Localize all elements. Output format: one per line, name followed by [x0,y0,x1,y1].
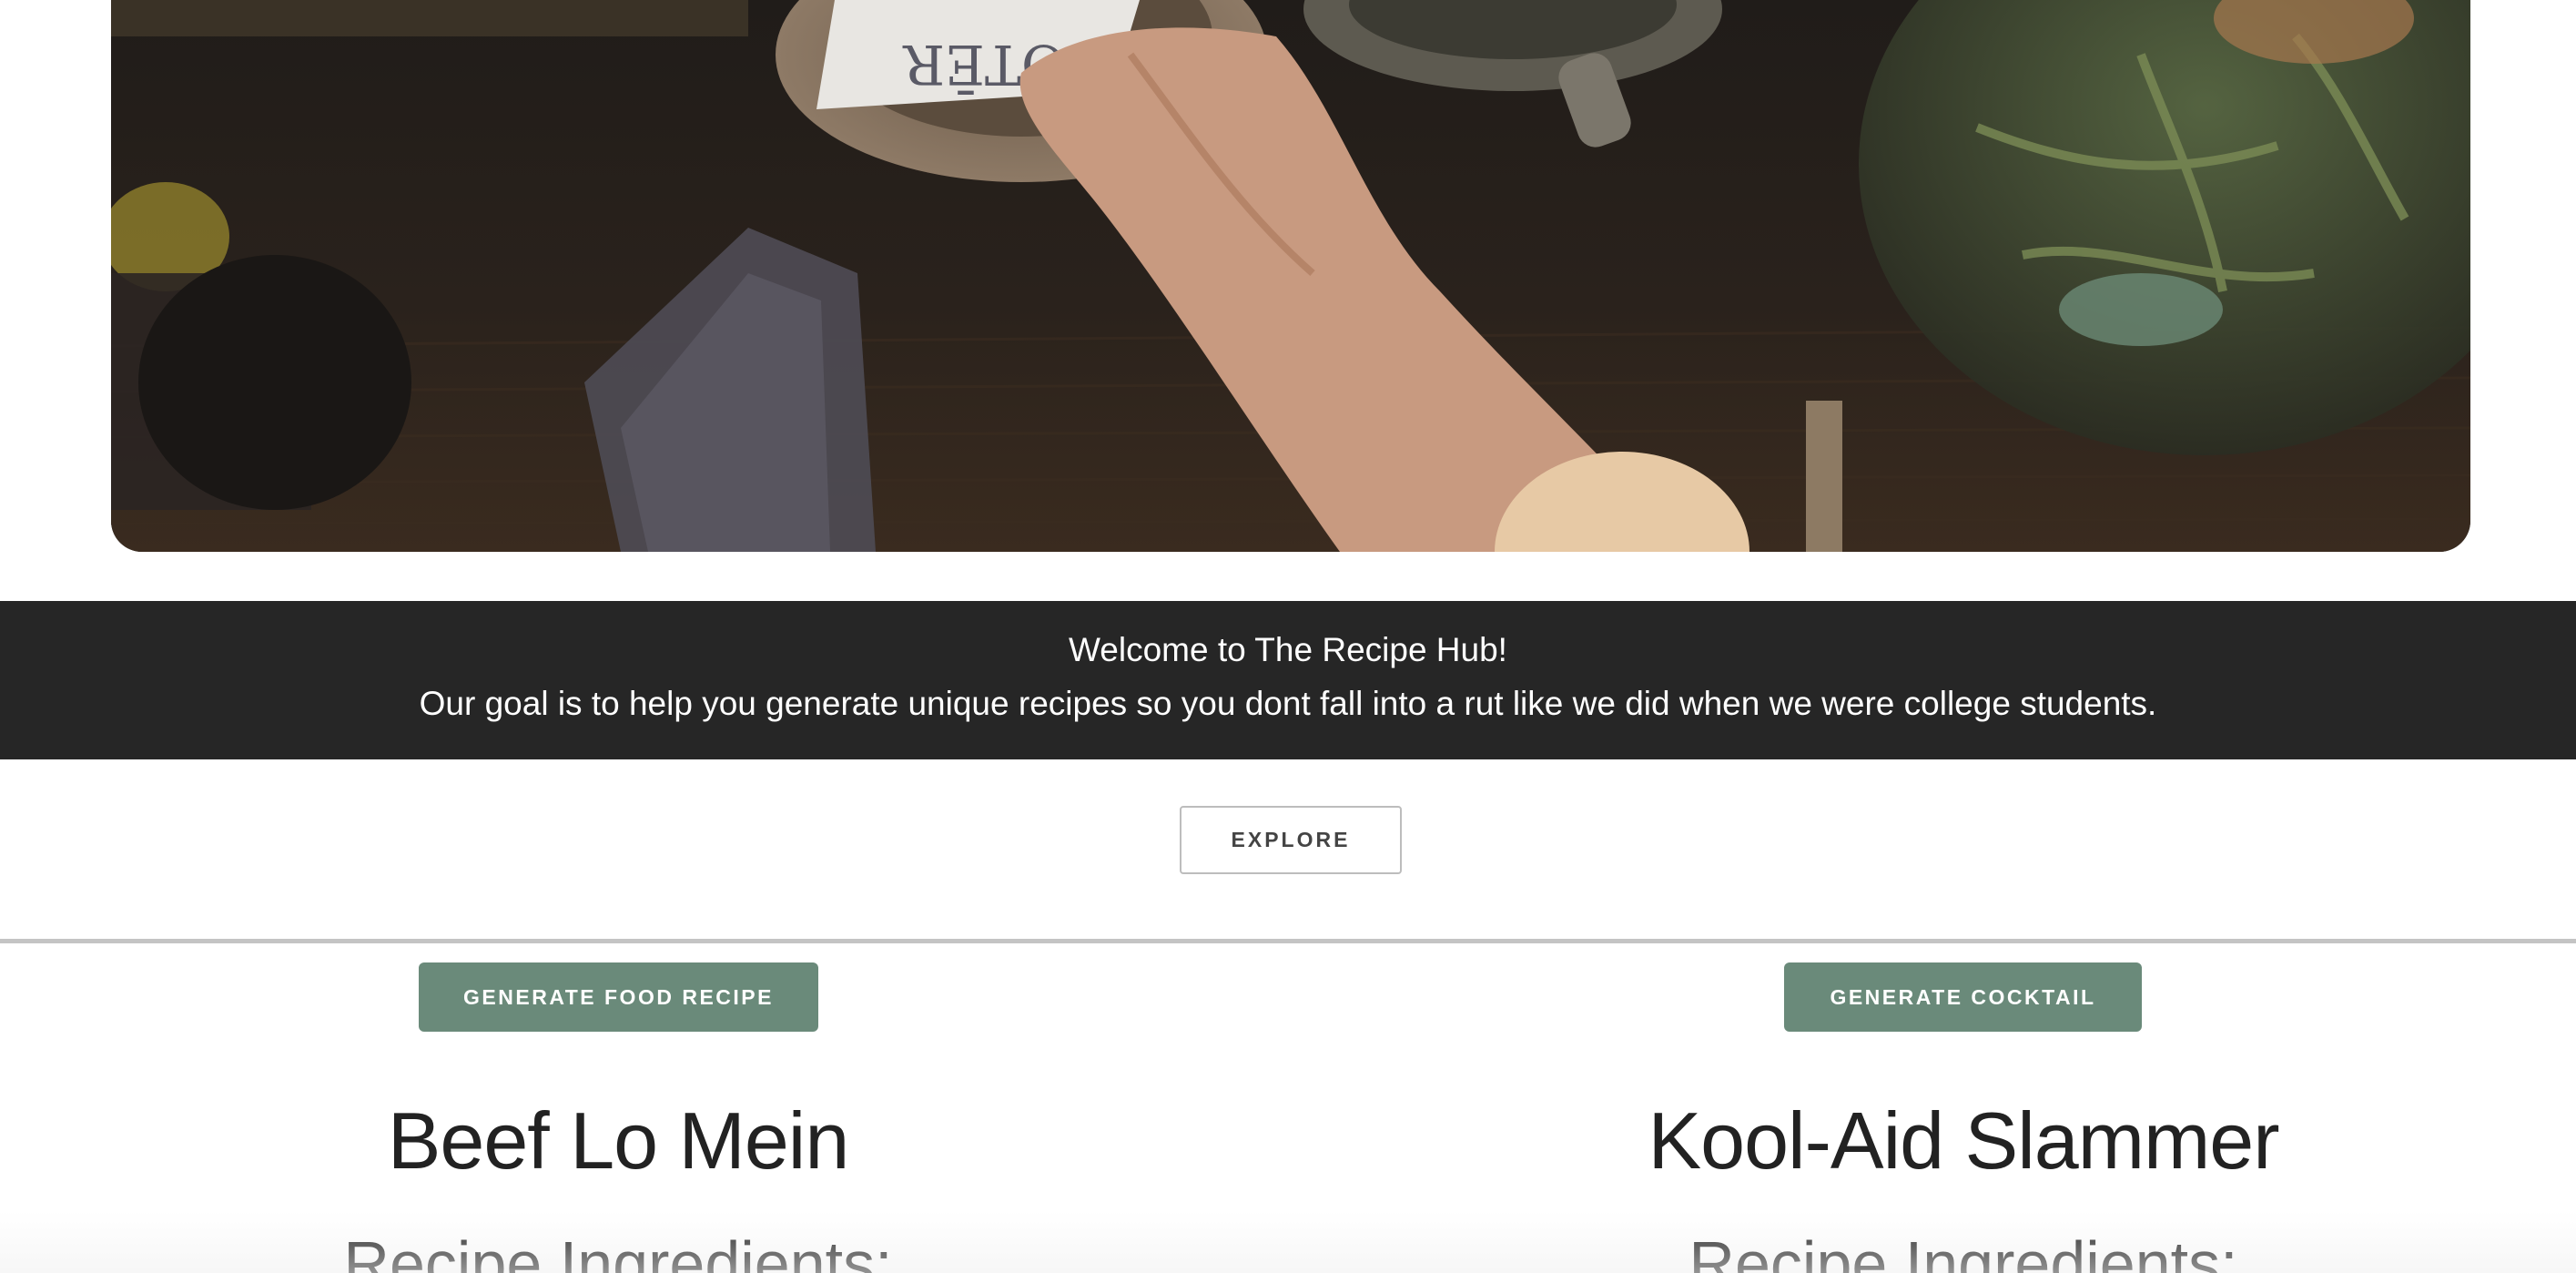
food-recipe-title: Beef Lo Mein [387,1095,850,1186]
cocktail-ingredients-heading: Recipe Ingredients: [1689,1228,2238,1273]
hero-image: OTĒR [111,0,2470,552]
cocktail-recipe-title: Kool-Aid Slammer [1648,1095,2279,1186]
page: OTĒR Welcome to The Recipe Hub! Our goal… [0,0,2576,1273]
section-divider [0,939,2576,943]
explore-button[interactable]: EXPLORE [1180,806,1402,874]
generate-cocktail-button[interactable]: GENERATE COCKTAIL [1784,962,2142,1032]
welcome-banner: Welcome to The Recipe Hub! Our goal is t… [0,601,2576,759]
goal-text: Our goal is to help you generate unique … [419,685,2157,722]
food-ingredients-heading: Recipe Ingredients: [343,1228,893,1273]
dinner-table-photo: OTĒR [111,0,2470,552]
generate-food-recipe-button[interactable]: GENERATE FOOD RECIPE [419,962,818,1032]
welcome-heading: Welcome to The Recipe Hub! [1069,631,1507,668]
